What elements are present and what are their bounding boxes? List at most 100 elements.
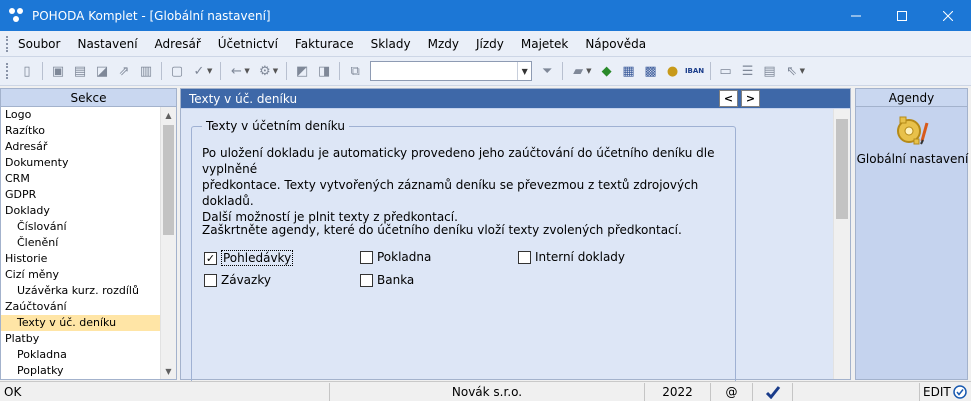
iban-icon[interactable]: IBAN: [685, 62, 704, 80]
menu-soubor[interactable]: Soubor: [18, 35, 60, 53]
calculator-icon[interactable]: ▦: [620, 62, 638, 80]
help-pointer-icon[interactable]: ⇖: [783, 62, 801, 80]
filter-icon[interactable]: ⏷: [538, 62, 556, 80]
tree-item-cleneni[interactable]: Členění: [1, 235, 161, 251]
sections-panel: Sekce Logo Razítko Adresář Dokumenty CRM…: [0, 88, 177, 380]
report-icon[interactable]: ▥: [137, 62, 155, 80]
toolbar: ▯ ▣ ▤ ◪ ⇗ ▥ ▢ ✓ ▼ ← ▼ ⚙ ▼ ◩ ◨ ⧉ ▼ ⏷ ▰ ▼ ◆ ▦ …: [0, 57, 971, 86]
tree-item-poplatky[interactable]: Poplatky: [1, 363, 161, 379]
brush-icon[interactable]: ✓: [190, 62, 208, 80]
tree-item-logo[interactable]: Logo: [1, 107, 161, 123]
checkbox-empty-icon[interactable]: [518, 250, 531, 264]
tree-item-cizi-meny[interactable]: Cizí měny: [1, 267, 161, 283]
next-section-button[interactable]: >: [741, 90, 760, 107]
menu-ucetnictvi[interactable]: Účetnictví: [218, 35, 278, 53]
sections-header: Sekce: [1, 89, 176, 107]
checkbox-zavazky[interactable]: Závazky: [204, 273, 271, 287]
global-settings-label[interactable]: Globální nastavení: [856, 152, 969, 166]
tree-item-adresar[interactable]: Adresář: [1, 139, 161, 155]
checkbox-banka[interactable]: Banka: [360, 273, 414, 287]
save-all-icon[interactable]: ◨: [315, 62, 333, 80]
print-icon[interactable]: ▤: [71, 62, 89, 80]
status-mode: EDIT: [920, 383, 971, 401]
prev-section-button[interactable]: <: [719, 90, 738, 107]
agendas-panel: Agendy Globální nastavení: [855, 88, 968, 380]
calc2-icon[interactable]: ▩: [642, 62, 660, 80]
edit-ok-icon: [952, 384, 967, 399]
tree-item-historie[interactable]: Historie: [1, 251, 161, 267]
folder-icon[interactable]: ▰: [569, 62, 587, 80]
scroll-down-icon[interactable]: ▼: [161, 363, 176, 379]
copy-icon[interactable]: ▣: [49, 62, 67, 80]
save-icon[interactable]: ◩: [293, 62, 311, 80]
list-icon[interactable]: ☰: [739, 62, 757, 80]
sections-scrollbar[interactable]: ▲ ▼: [160, 107, 176, 379]
back-icon[interactable]: ←: [227, 62, 245, 80]
status-at: @: [711, 382, 753, 401]
tag-icon[interactable]: ◆: [598, 62, 616, 80]
content-scroll-thumb[interactable]: [836, 119, 848, 219]
sections-tree: Logo Razítko Adresář Dokumenty CRM GDPR …: [1, 107, 161, 379]
tree-item-dokumenty[interactable]: Dokumenty: [1, 155, 161, 171]
description-line-1: Po uložení dokladu je automaticky proved…: [202, 146, 715, 176]
sections-scroll-thumb[interactable]: [163, 125, 174, 235]
tab-title: Texty v úč. deníku: [189, 91, 298, 106]
message-icon[interactable]: ▭: [717, 62, 735, 80]
status-bar: OK Novák s.r.o. 2022 @ EDIT: [0, 381, 971, 401]
scroll-up-icon[interactable]: ▲: [161, 107, 176, 123]
checkbox-interni-doklady[interactable]: Interní doklady: [518, 250, 625, 264]
menu-napoveda[interactable]: Nápověda: [585, 35, 646, 53]
list2-icon[interactable]: ▤: [761, 62, 779, 80]
tree-item-platby[interactable]: Platby: [1, 331, 161, 347]
toolbar-grip[interactable]: [6, 63, 10, 79]
content-area: Texty v účetním deníku Po uložení doklad…: [181, 109, 833, 388]
status-check-icon[interactable]: [753, 382, 793, 401]
open-record-icon[interactable]: ▯: [18, 62, 36, 80]
instruction-text: Zaškrtněte agendy, které do účetního den…: [202, 223, 682, 237]
checkbox-label-banka: Banka: [377, 273, 415, 287]
tree-item-uzaverka[interactable]: Uzávěrka kurz. rozdílů: [1, 283, 161, 299]
copy-doc-icon[interactable]: ⧉: [346, 62, 364, 80]
tree-item-gdpr[interactable]: GDPR: [1, 187, 161, 203]
tree-item-pokladna[interactable]: Pokladna: [1, 347, 161, 363]
chevron-down-icon[interactable]: ▼: [517, 62, 531, 80]
checkbox-checked-icon[interactable]: ✓: [204, 251, 217, 265]
menu-jizdy[interactable]: Jízdy: [476, 35, 504, 53]
tree-item-doklady[interactable]: Doklady: [1, 203, 161, 219]
menu-majetek[interactable]: Majetek: [521, 35, 568, 53]
toolbar-search-combo[interactable]: ▼: [370, 61, 533, 81]
pohoda-app-icon[interactable]: [9, 7, 25, 24]
main-panel: Texty v úč. deníku < > Texty v účetním d…: [180, 88, 851, 388]
description-line-2: předkontace. Texty vytvořených záznamů d…: [202, 178, 699, 208]
print-preview-icon[interactable]: ◪: [93, 62, 111, 80]
tree-item-crm[interactable]: CRM: [1, 171, 161, 187]
note-icon[interactable]: ▢: [168, 62, 186, 80]
gear-icon[interactable]: ⚙: [256, 62, 274, 80]
checkbox-pokladna[interactable]: Pokladna: [360, 250, 431, 264]
status-spacer: [793, 382, 920, 401]
export-icon[interactable]: ⇗: [115, 62, 133, 80]
menu-mzdy[interactable]: Mzdy: [428, 35, 459, 53]
maximize-button[interactable]: [879, 0, 925, 31]
menu-fakturace[interactable]: Fakturace: [295, 35, 354, 53]
menu-nastaveni[interactable]: Nastavení: [77, 35, 137, 53]
checkbox-empty-icon[interactable]: [360, 273, 373, 287]
tree-item-razitko[interactable]: Razítko: [1, 123, 161, 139]
coins-icon[interactable]: ●: [664, 62, 682, 80]
status-mode-label: EDIT: [923, 384, 951, 399]
journal-texts-groupbox: Texty v účetním deníku Po uložení doklad…: [191, 119, 736, 388]
checkbox-pohledavky[interactable]: ✓ Pohledávky: [204, 250, 294, 266]
close-button[interactable]: [925, 0, 971, 31]
checkbox-empty-icon[interactable]: [360, 250, 373, 264]
content-scrollbar[interactable]: [833, 109, 850, 379]
menu-grip[interactable]: [6, 35, 10, 52]
tree-item-texty-v-uc-deniku[interactable]: Texty v úč. deníku: [1, 315, 161, 331]
checkbox-empty-icon[interactable]: [204, 273, 217, 287]
menu-adresar[interactable]: Adresář: [155, 35, 201, 53]
menu-sklady[interactable]: Sklady: [371, 35, 411, 53]
minimize-button[interactable]: [833, 0, 879, 31]
checkbox-label-interni-doklady: Interní doklady: [535, 250, 626, 264]
tree-item-cislovani[interactable]: Číslování: [1, 219, 161, 235]
global-settings-icon[interactable]: [894, 113, 930, 149]
tree-item-zauctovani[interactable]: Zaúčtování: [1, 299, 161, 315]
